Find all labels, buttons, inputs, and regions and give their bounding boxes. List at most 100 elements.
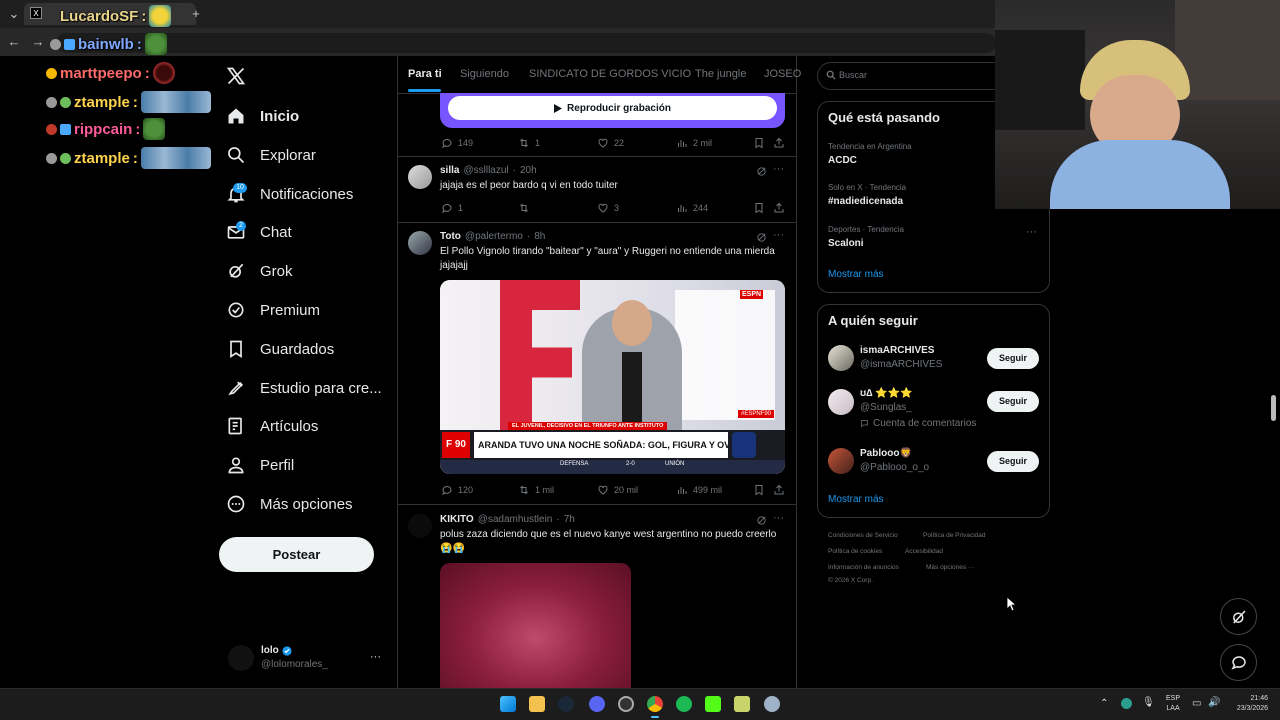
x-logo-icon[interactable] bbox=[226, 66, 246, 86]
forward-icon[interactable]: → bbox=[28, 28, 48, 56]
network-icon[interactable]: ▭ bbox=[1192, 698, 1201, 709]
follow-button[interactable]: Seguir bbox=[987, 348, 1039, 369]
avatar[interactable] bbox=[408, 514, 432, 538]
views-button[interactable]: 2 mil bbox=[676, 137, 712, 149]
nav-chat[interactable]: Chat bbox=[226, 217, 292, 247]
messages-float-button[interactable] bbox=[1220, 644, 1257, 681]
tweet-author[interactable]: KIKITO bbox=[440, 514, 474, 525]
tweet-time[interactable]: 8h bbox=[534, 231, 545, 242]
retweet-button[interactable] bbox=[518, 202, 530, 214]
avatar[interactable] bbox=[408, 165, 432, 189]
follow-button[interactable]: Seguir bbox=[987, 451, 1039, 472]
follow-button[interactable]: Seguir bbox=[987, 391, 1039, 412]
nav-bookmarks[interactable]: Guardados bbox=[226, 334, 334, 364]
share-button[interactable] bbox=[773, 484, 785, 496]
views-button[interactable]: 499 mil bbox=[676, 484, 722, 496]
share-button[interactable] bbox=[773, 202, 785, 214]
nav-profile[interactable]: Perfil bbox=[226, 450, 294, 480]
url-field[interactable] bbox=[56, 33, 996, 53]
like-button[interactable]: 22 bbox=[597, 137, 624, 149]
avatar[interactable] bbox=[828, 448, 854, 474]
spotify-icon[interactable] bbox=[676, 696, 692, 712]
steam-icon[interactable] bbox=[558, 696, 574, 712]
kick-icon[interactable] bbox=[705, 696, 721, 712]
grok-float-button[interactable] bbox=[1220, 598, 1257, 635]
follow-handle[interactable]: @ismaARCHIVES bbox=[860, 359, 942, 370]
clock[interactable]: 21:46 23/3/2026 bbox=[1228, 694, 1268, 714]
share-button[interactable] bbox=[773, 137, 785, 149]
follow-name[interactable]: ʊ∆ ⭐⭐⭐ bbox=[860, 388, 912, 399]
tweet-media[interactable] bbox=[440, 563, 631, 688]
bookmark-button[interactable] bbox=[753, 137, 765, 149]
reply-button[interactable]: 120 bbox=[441, 484, 473, 496]
tray-app-icon[interactable] bbox=[1121, 698, 1132, 709]
trends-show-more[interactable]: Mostrar más bbox=[828, 269, 884, 280]
tab-joseo[interactable]: JOSEO bbox=[764, 68, 801, 80]
new-tab-icon[interactable]: + bbox=[186, 0, 206, 28]
nav-home[interactable]: Inicio bbox=[226, 101, 299, 131]
trend-more-icon[interactable]: ··· bbox=[1026, 226, 1037, 238]
trend-name[interactable]: Scaloni bbox=[828, 238, 864, 249]
avatar[interactable] bbox=[828, 345, 854, 371]
tab-the-jungle[interactable]: The jungle bbox=[695, 68, 746, 80]
grok-analyze-icon[interactable] bbox=[756, 515, 767, 526]
follow-show-more[interactable]: Mostrar más bbox=[828, 494, 884, 505]
tweet-author[interactable]: silla bbox=[440, 165, 459, 176]
file-explorer-icon[interactable] bbox=[529, 696, 545, 712]
follow-name[interactable]: Pablooo🦁 bbox=[860, 448, 912, 459]
tweet-handle[interactable]: @palertermo bbox=[465, 231, 523, 242]
chrome-icon[interactable] bbox=[647, 696, 663, 712]
nav-premium[interactable]: Premium bbox=[226, 295, 320, 325]
tweet-time[interactable]: 7h bbox=[564, 514, 575, 525]
avatar[interactable] bbox=[408, 231, 432, 255]
like-button[interactable]: 3 bbox=[597, 202, 619, 214]
tweet-more-icon[interactable]: ··· bbox=[773, 512, 784, 524]
tab-list-icon[interactable]: ⌄ bbox=[4, 0, 24, 28]
trend-name[interactable]: ACDC bbox=[828, 155, 857, 166]
avatar[interactable] bbox=[228, 645, 254, 671]
retweet-button[interactable]: 1 bbox=[518, 137, 540, 149]
nav-grok[interactable]: Grok bbox=[226, 256, 293, 286]
nav-more-options[interactable]: Más opciones bbox=[226, 489, 353, 519]
profile-more-button[interactable]: ··· bbox=[370, 651, 381, 663]
grok-analyze-icon[interactable] bbox=[756, 166, 767, 177]
avatar[interactable] bbox=[828, 389, 854, 415]
language-indicator[interactable]: ESP LAA bbox=[1166, 694, 1180, 714]
nav-articles[interactable]: Artículos bbox=[226, 411, 318, 441]
footer-link[interactable]: Más opciones ··· bbox=[926, 564, 974, 571]
nav-explore[interactable]: Explorar bbox=[226, 140, 316, 170]
reply-button[interactable]: 1 bbox=[441, 202, 463, 214]
bookmark-button[interactable] bbox=[753, 202, 765, 214]
grok-analyze-icon[interactable] bbox=[756, 232, 767, 243]
back-icon[interactable]: ← bbox=[4, 28, 24, 56]
page-scrollbar[interactable] bbox=[1271, 395, 1276, 421]
start-menu-icon[interactable] bbox=[500, 696, 516, 712]
reply-button[interactable]: 149 bbox=[441, 137, 473, 149]
discord-icon[interactable] bbox=[589, 696, 605, 712]
tray-overflow-icon[interactable]: ⌃ bbox=[1100, 698, 1108, 709]
tab-sindicato[interactable]: SINDICATO DE GORDOS VICIO bbox=[529, 68, 691, 80]
tweet-time[interactable]: 20h bbox=[520, 165, 537, 176]
post-button[interactable]: Postear bbox=[219, 537, 374, 572]
obs-icon[interactable] bbox=[618, 696, 634, 712]
tweet-handle[interactable]: @sslllazul bbox=[463, 165, 508, 176]
like-button[interactable]: 20 mil bbox=[597, 484, 638, 496]
tweet-more-icon[interactable]: ··· bbox=[773, 229, 784, 241]
nav-creator-studio[interactable]: Estudio para cre... bbox=[226, 373, 382, 403]
follow-handle[interactable]: @Pablooo_o_o bbox=[860, 462, 929, 473]
tab-para-ti[interactable]: Para ti bbox=[408, 68, 442, 80]
volume-icon[interactable]: 🔊 bbox=[1208, 697, 1220, 708]
app-icon[interactable] bbox=[764, 696, 780, 712]
play-recording-button[interactable]: Reproducir grabación bbox=[448, 96, 777, 120]
footer-link[interactable]: Condiciones de Servicio bbox=[828, 532, 898, 539]
app-icon[interactable] bbox=[734, 696, 750, 712]
tweet-more-icon[interactable]: ··· bbox=[773, 163, 784, 175]
tweet-author[interactable]: Toto bbox=[440, 231, 461, 242]
retweet-button[interactable]: 1 mil bbox=[518, 484, 554, 496]
microphone-icon[interactable]: 🎙 bbox=[1142, 697, 1155, 708]
footer-link[interactable]: Política de cookies bbox=[828, 548, 882, 555]
follow-name[interactable]: ismaARCHIVES bbox=[860, 345, 934, 356]
tab-siguiendo[interactable]: Siguiendo bbox=[460, 68, 509, 80]
trend-name[interactable]: #nadiedicenada bbox=[828, 196, 903, 207]
tweet-handle[interactable]: @sadamhustlein bbox=[478, 514, 553, 525]
